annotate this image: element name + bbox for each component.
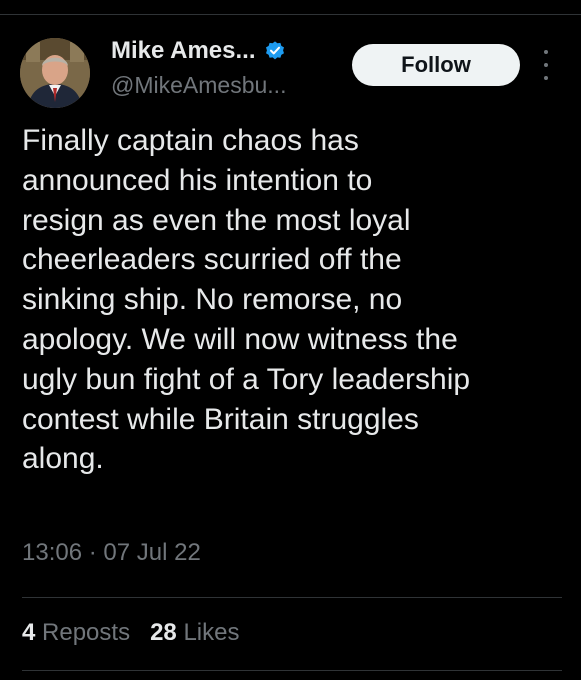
reposts-count: 4 <box>22 619 36 646</box>
bottom-divider <box>22 670 562 671</box>
tweet-date: 07 Jul 22 <box>103 539 201 566</box>
follow-button[interactable]: Follow <box>352 44 520 86</box>
tweet-time: 13:06 <box>22 539 83 566</box>
more-options-icon[interactable] <box>536 50 556 80</box>
more-dot <box>544 76 548 80</box>
more-dot <box>544 63 548 67</box>
verified-badge-icon <box>264 40 286 62</box>
top-divider <box>0 14 581 15</box>
author-handle[interactable]: @MikeAmesbu... <box>111 72 286 99</box>
display-name[interactable]: Mike Ames... <box>111 37 256 65</box>
reposts-label: Reposts <box>42 619 131 646</box>
more-dot <box>544 50 548 54</box>
likes-stat[interactable]: 28 Likes <box>150 619 239 647</box>
profile-photo-icon <box>20 38 90 108</box>
reposts-stat[interactable]: 4 Reposts <box>22 619 130 647</box>
engagement-stats: 4 Reposts 28 Likes <box>22 619 259 647</box>
stats-divider <box>22 597 562 598</box>
tweet-timestamp[interactable]: 13:06 · 07 Jul 22 <box>22 539 201 567</box>
author-name-row[interactable]: Mike Ames... <box>111 36 286 66</box>
timestamp-separator: · <box>88 539 97 566</box>
likes-label: Likes <box>183 619 240 646</box>
tweet-text: Finally captain chaos has announced his … <box>22 124 471 476</box>
avatar[interactable] <box>20 38 90 108</box>
likes-count: 28 <box>150 619 177 646</box>
